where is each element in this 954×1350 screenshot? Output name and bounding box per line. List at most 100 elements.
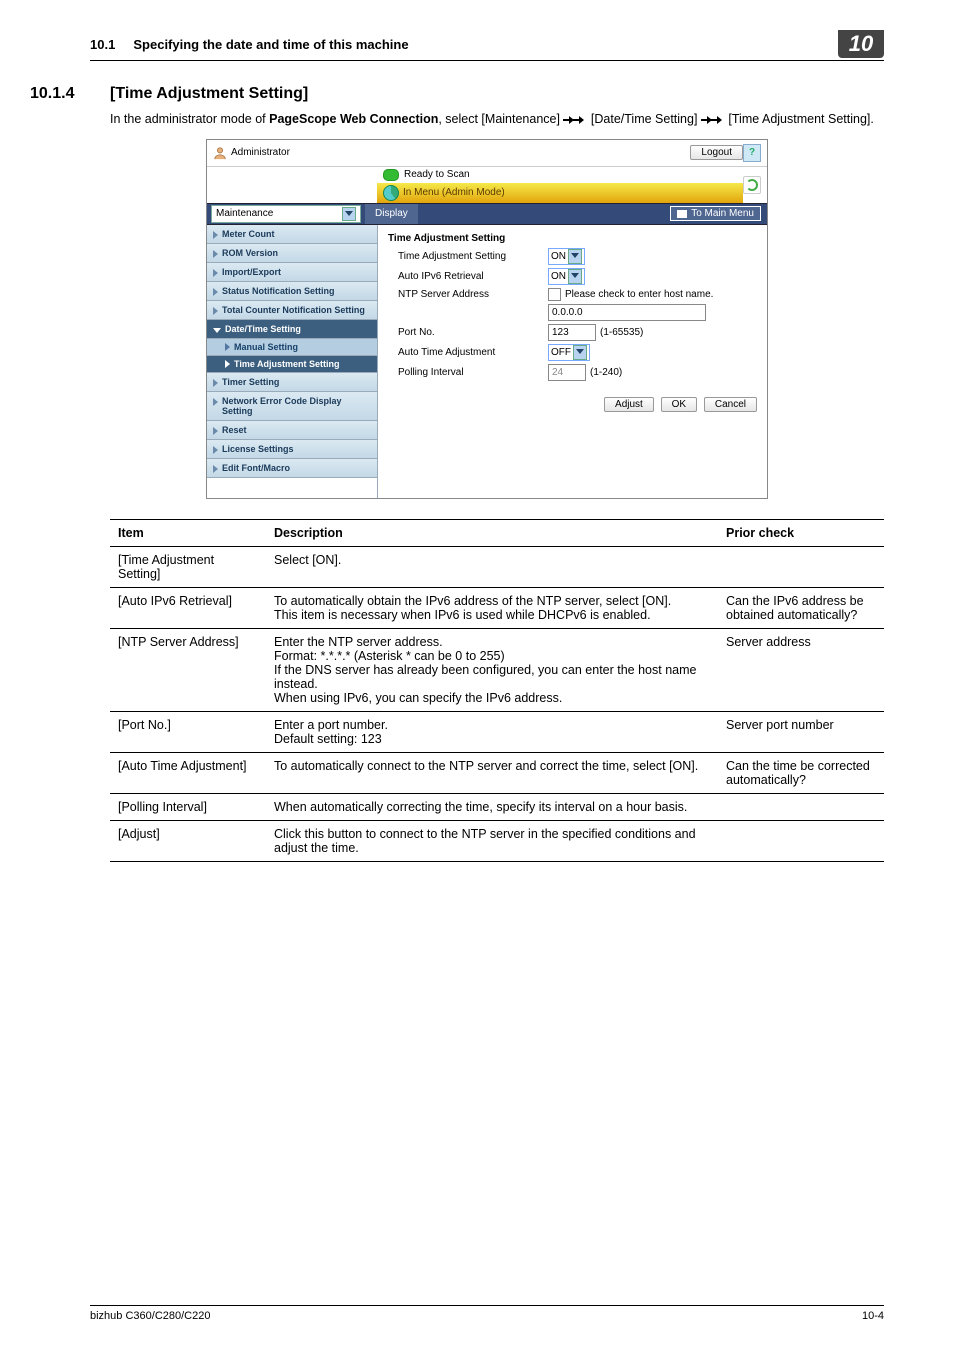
caret-right-icon: [213, 379, 218, 387]
caret-right-icon: [213, 427, 218, 435]
caret-right-icon: [213, 231, 218, 239]
cell-desc: When automatically correcting the time, …: [266, 793, 718, 820]
sidebar: Meter Count ROM Version Import/Export St…: [207, 225, 378, 498]
section-title: [Time Adjustment Setting]: [110, 85, 308, 103]
sidebar-item[interactable]: Meter Count: [207, 225, 377, 244]
sidebar-item[interactable]: Reset: [207, 421, 377, 440]
cell-prior: [718, 820, 884, 861]
form-row: NTP Server Address Please check to enter…: [388, 288, 757, 301]
mock-topbar: Administrator Logout ?: [207, 140, 767, 167]
port-input[interactable]: 123: [548, 324, 596, 341]
footer-right: 10-4: [862, 1310, 884, 1322]
status-bar: Ready to Scan: [377, 167, 743, 183]
section-heading: 10.1.4 [Time Adjustment Setting]: [30, 85, 884, 103]
caret-right-icon: [213, 307, 218, 315]
sidebar-subitem-active[interactable]: Time Adjustment Setting: [207, 356, 377, 373]
category-select[interactable]: Maintenance: [211, 205, 361, 223]
cell-prior: Can the time be corrected automatically?: [718, 752, 884, 793]
sidebar-item[interactable]: Timer Setting: [207, 373, 377, 392]
range-hint: (1-240): [590, 367, 622, 378]
sidebar-item[interactable]: Total Counter Notification Setting: [207, 301, 377, 320]
cell-item: [Auto IPv6 Retrieval]: [110, 587, 266, 628]
checkbox-hint: Please check to enter host name.: [565, 289, 713, 300]
footer-left: bizhub C360/C280/C220: [90, 1310, 210, 1322]
admin-mode-band: In Menu (Admin Mode): [377, 183, 743, 203]
screenshot: Administrator Logout ? Ready to Scan In …: [206, 139, 768, 499]
cell-item: [NTP Server Address]: [110, 628, 266, 711]
caret-right-icon: [213, 465, 218, 473]
chevron-down-icon: [342, 207, 356, 221]
cell-desc: Enter a port number.Default setting: 123: [266, 711, 718, 752]
help-icon[interactable]: ?: [743, 144, 761, 162]
cell-prior: Can the IPv6 address be obtained automat…: [718, 587, 884, 628]
sidebar-item[interactable]: License Settings: [207, 440, 377, 459]
sidebar-item-open[interactable]: Date/Time Setting: [207, 320, 377, 339]
chevron-down-icon: [568, 269, 582, 284]
cell-desc: Select [ON].: [266, 546, 718, 587]
refresh-icon[interactable]: [743, 176, 761, 194]
main-panel: Time Adjustment Setting Time Adjustment …: [378, 225, 767, 498]
cell-item: [Auto Time Adjustment]: [110, 752, 266, 793]
mock-user-label: Administrator: [231, 147, 290, 158]
cell-item: [Time Adjustment Setting]: [110, 546, 266, 587]
cell-prior: [718, 793, 884, 820]
table-row: [Auto Time Adjustment]To automatically c…: [110, 752, 884, 793]
checkbox-hostname[interactable]: [548, 288, 561, 301]
form-row: Time Adjustment Setting ON: [388, 248, 757, 265]
table-row: [Adjust]Click this button to connect to …: [110, 820, 884, 861]
ok-button[interactable]: OK: [661, 397, 697, 412]
status-text: Ready to Scan: [404, 169, 470, 180]
arrow-icon: [711, 116, 725, 124]
cancel-button[interactable]: Cancel: [704, 397, 757, 412]
th-item: Item: [110, 519, 266, 546]
chapter-badge: 10: [838, 30, 884, 58]
caret-right-icon: [213, 288, 218, 296]
tab-display[interactable]: Display: [365, 204, 418, 224]
globe-icon: [383, 185, 399, 201]
cell-desc: To automatically connect to the NTP serv…: [266, 752, 718, 793]
th-desc: Description: [266, 519, 718, 546]
cell-desc: To automatically obtain the IPv6 address…: [266, 587, 718, 628]
select-time-adjustment[interactable]: ON: [548, 248, 585, 265]
form-row: Port No. 123(1-65535): [388, 324, 757, 341]
caret-right-icon: [225, 360, 230, 368]
logout-button[interactable]: Logout: [690, 145, 743, 160]
caret-right-icon: [213, 269, 218, 277]
field-label: Auto IPv6 Retrieval: [388, 271, 548, 282]
adjust-button[interactable]: Adjust: [604, 397, 654, 412]
header-section-text: Specifying the date and time of this mac…: [133, 37, 408, 52]
ntp-address-input[interactable]: 0.0.0.0: [548, 304, 706, 321]
table-row: [NTP Server Address]Enter the NTP server…: [110, 628, 884, 711]
sidebar-item[interactable]: ROM Version: [207, 244, 377, 263]
caret-right-icon: [213, 446, 218, 454]
sidebar-item[interactable]: Import/Export: [207, 263, 377, 282]
to-main-menu-button[interactable]: To Main Menu: [670, 206, 761, 221]
caret-right-icon: [225, 343, 230, 351]
button-row: Adjust OK Cancel: [388, 399, 757, 410]
form-row: 0.0.0.0: [388, 304, 757, 321]
form-row: Auto IPv6 Retrieval ON: [388, 268, 757, 285]
form-row: Polling Interval 24(1-240): [388, 364, 757, 381]
caret-right-icon: [213, 250, 218, 258]
form-row: Auto Time Adjustment OFF: [388, 344, 757, 361]
cell-desc: Enter the NTP server address.Format: *.*…: [266, 628, 718, 711]
cell-prior: Server address: [718, 628, 884, 711]
cell-desc: Click this button to connect to the NTP …: [266, 820, 718, 861]
description-table: Item Description Prior check [Time Adjus…: [110, 519, 884, 862]
sidebar-item[interactable]: Network Error Code Display Setting: [207, 392, 377, 421]
polling-input[interactable]: 24: [548, 364, 586, 381]
sidebar-item[interactable]: Edit Font/Macro: [207, 459, 377, 478]
field-label: Time Adjustment Setting: [388, 251, 548, 262]
page-footer: bizhub C360/C280/C220 10-4: [90, 1305, 884, 1322]
caret-right-icon: [213, 398, 218, 406]
sidebar-subitem[interactable]: Manual Setting: [207, 339, 377, 356]
select-auto-ipv6[interactable]: ON: [548, 268, 585, 285]
cell-prior: [718, 546, 884, 587]
chevron-down-icon: [568, 249, 582, 264]
sidebar-item[interactable]: Status Notification Setting: [207, 282, 377, 301]
intro-paragraph: In the administrator mode of PageScope W…: [110, 111, 884, 129]
panel-heading: Time Adjustment Setting: [388, 233, 757, 244]
chevron-down-icon: [573, 345, 587, 360]
table-row: [Polling Interval]When automatically cor…: [110, 793, 884, 820]
select-auto-time[interactable]: OFF: [548, 344, 590, 361]
